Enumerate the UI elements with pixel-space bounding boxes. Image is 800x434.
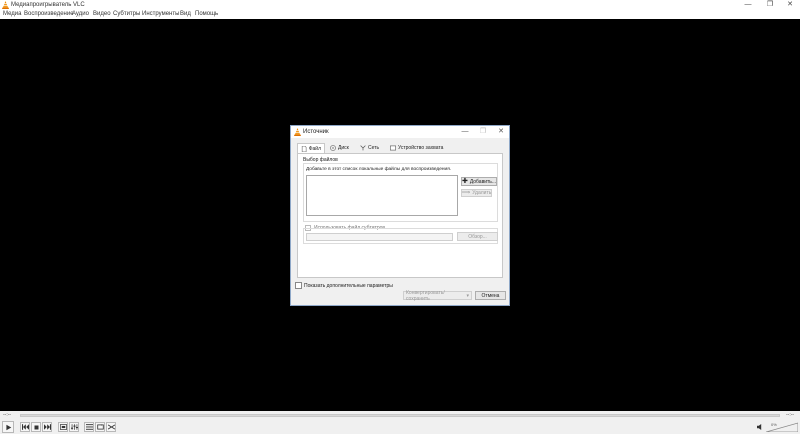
add-button[interactable]: ✚ Добавить... xyxy=(461,177,497,186)
show-more-options-checkbox[interactable] xyxy=(295,282,302,289)
fullscreen-button[interactable] xyxy=(58,422,68,432)
next-icon xyxy=(43,424,51,430)
file-icon xyxy=(301,146,307,152)
stop-button[interactable] xyxy=(31,422,41,432)
playlist-button[interactable] xyxy=(84,422,94,432)
remove-icon: ⟹ xyxy=(461,190,471,196)
dialog-minimize-button[interactable]: — xyxy=(459,127,471,137)
menu-video[interactable]: Видео xyxy=(93,10,111,19)
previous-icon xyxy=(21,424,29,430)
loop-icon xyxy=(96,424,104,430)
browse-button: Обзор... xyxy=(457,232,498,241)
dialog-close-button[interactable]: ✕ xyxy=(495,127,507,137)
title-bar: Медиапроигрыватель VLC — ❐ ✕ xyxy=(0,0,800,10)
tab-capture-label: Устройство захвата xyxy=(398,145,444,151)
convert-save-button: Конвертировать/сохранить ▾ xyxy=(403,289,472,302)
cancel-button[interactable]: Отмена xyxy=(475,291,506,300)
dialog-title: Источник xyxy=(303,129,329,135)
add-button-label: Добавить... xyxy=(469,178,497,185)
menu-audio[interactable]: Аудио xyxy=(72,10,89,19)
vlc-cone-icon xyxy=(2,1,9,9)
fullscreen-icon xyxy=(59,424,67,430)
shuffle-icon xyxy=(107,424,115,430)
convert-save-label: Конвертировать/сохранить xyxy=(406,289,445,302)
tab-network-label: Сеть xyxy=(368,145,380,151)
playlist-icon xyxy=(85,424,93,430)
window-title: Медиапроигрыватель VLC xyxy=(11,2,85,8)
next-button[interactable] xyxy=(42,422,52,432)
extended-settings-button[interactable] xyxy=(69,422,79,432)
vlc-cone-icon xyxy=(294,128,301,136)
equalizer-icon xyxy=(70,424,78,430)
dialog-maximize-button: ❐ xyxy=(479,128,487,135)
menu-tools[interactable]: Инструменты xyxy=(142,10,179,19)
menu-view[interactable]: Вид xyxy=(180,10,191,19)
seek-row: --:-- --:-- xyxy=(0,411,800,420)
show-more-options-label: Показать дополнительные параметры xyxy=(304,283,393,289)
shuffle-button[interactable] xyxy=(106,422,116,432)
remove-button: ⟹ Удалить xyxy=(461,189,492,197)
menu-playback[interactable]: Воспроизведение xyxy=(24,10,74,19)
subtitle-group: Обзор... xyxy=(303,228,498,244)
volume-percent: 0% xyxy=(771,422,777,427)
speaker-icon[interactable] xyxy=(757,424,763,430)
volume-slider[interactable]: 0% xyxy=(765,422,799,433)
file-tab-panel: Выбор файлов Добавьте в этот список лока… xyxy=(297,153,503,278)
close-button[interactable]: ✕ xyxy=(780,0,800,10)
play-button[interactable] xyxy=(2,421,14,433)
stop-icon xyxy=(34,425,38,429)
remaining-time[interactable]: --:-- xyxy=(786,412,794,419)
play-icon xyxy=(5,424,11,430)
minimize-button[interactable]: — xyxy=(738,0,758,10)
capture-device-icon xyxy=(390,145,396,151)
plus-icon: ✚ xyxy=(461,178,468,185)
disc-icon xyxy=(330,145,336,151)
menu-subtitles[interactable]: Субтитры xyxy=(113,10,140,19)
browse-button-label: Обзор... xyxy=(468,233,487,240)
maximize-button[interactable]: ❐ xyxy=(760,0,780,10)
dropdown-arrow-icon: ▾ xyxy=(466,292,469,299)
file-hint-text: Добавьте в этот список локальные файлы д… xyxy=(306,167,452,172)
seek-slider[interactable] xyxy=(20,414,780,417)
tab-capture-device[interactable]: Устройство захвата xyxy=(387,143,449,153)
menu-bar: Медиа Воспроизведение Аудио Видео Субтит… xyxy=(0,10,800,19)
previous-button[interactable] xyxy=(20,422,30,432)
open-media-dialog: Источник — ❐ ✕ Файл Диск Сеть Устройство… xyxy=(290,125,510,306)
tab-network[interactable]: Сеть xyxy=(357,143,385,153)
menu-media[interactable]: Медиа xyxy=(3,10,21,19)
file-selection-group: Добавьте в этот список локальные файлы д… xyxy=(303,163,498,222)
remove-button-label: Удалить xyxy=(472,190,492,196)
network-icon xyxy=(360,145,366,151)
elapsed-time[interactable]: --:-- xyxy=(3,412,11,419)
cancel-button-label: Отмена xyxy=(481,292,500,299)
file-list[interactable] xyxy=(306,175,458,216)
tab-disc-label: Диск xyxy=(338,145,349,151)
control-bar: 0% xyxy=(0,420,800,434)
menu-help[interactable]: Помощь xyxy=(195,10,218,19)
tab-disc[interactable]: Диск xyxy=(327,143,355,153)
dialog-title-bar: Источник — ❐ ✕ xyxy=(291,126,509,138)
subtitle-file-field xyxy=(306,233,453,241)
loop-button[interactable] xyxy=(95,422,105,432)
